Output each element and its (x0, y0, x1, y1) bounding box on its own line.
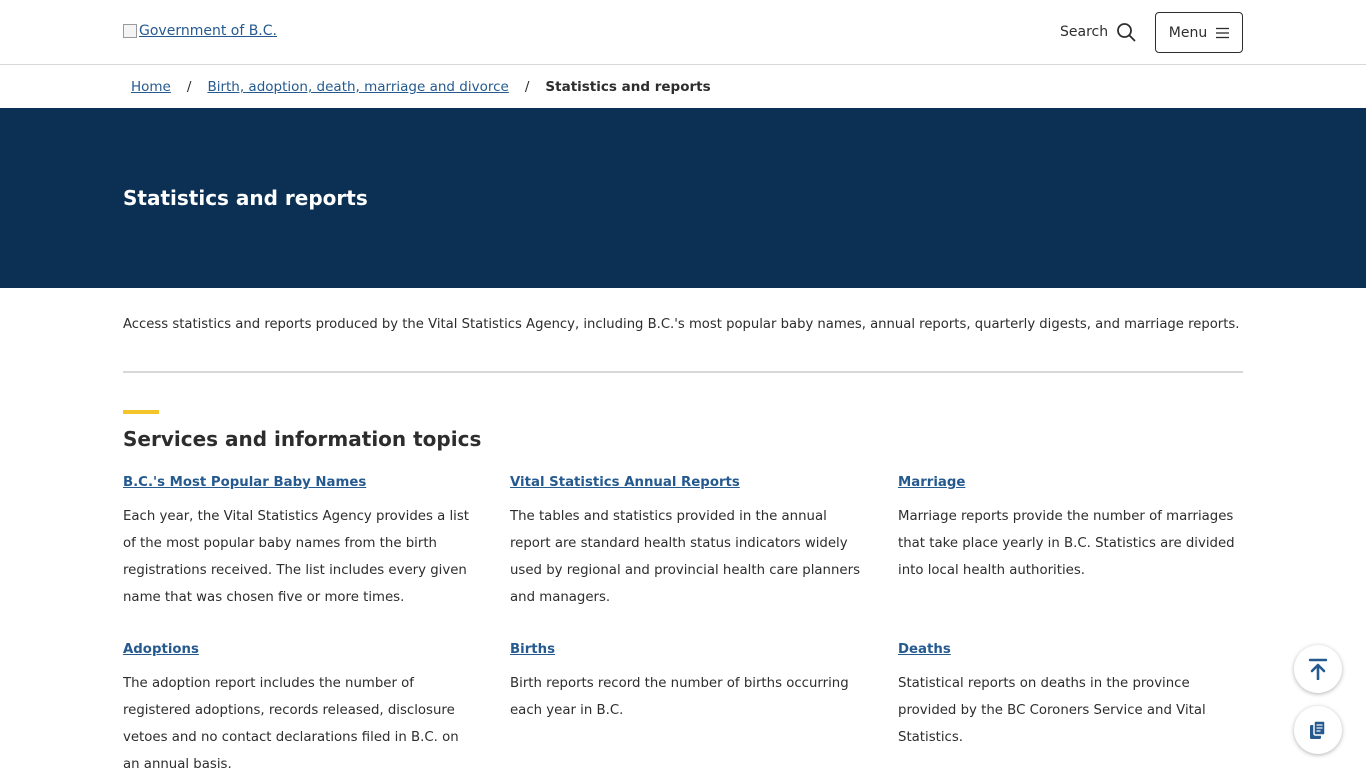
logo-alt-text: Government of B.C. (139, 23, 277, 39)
page-title: Statistics and reports (123, 186, 368, 210)
topic-card: B.C.'s Most Popular Baby Names Each year… (123, 472, 473, 611)
search-label: Search (1060, 24, 1109, 40)
topic-link-marriage[interactable]: Marriage (898, 472, 1248, 494)
topic-description: Marriage reports provide the number of m… (898, 509, 1235, 578)
divider (123, 371, 1243, 373)
topic-card: Deaths Statistical reports on deaths in … (898, 639, 1248, 751)
site-header: Government of B.C. Search Menu (0, 0, 1366, 65)
breadcrumb-home[interactable]: Home (131, 79, 171, 95)
topic-description: Each year, the Vital Statistics Agency p… (123, 509, 470, 605)
menu-button[interactable]: Menu (1155, 12, 1243, 53)
topic-description: The adoption report includes the number … (123, 676, 459, 768)
back-to-top-button[interactable] (1294, 645, 1342, 693)
section-title: Services and information topics (123, 427, 482, 451)
breadcrumb-current: Statistics and reports (545, 79, 711, 95)
section-accent-bar (123, 410, 159, 414)
breadcrumb-separator: / (186, 79, 192, 95)
breadcrumb: Home / Birth, adoption, death, marriage … (131, 77, 711, 97)
topic-link-annual-reports[interactable]: Vital Statistics Annual Reports (510, 472, 860, 494)
menu-label: Menu (1168, 24, 1208, 41)
search-icon (1117, 23, 1136, 42)
topic-link-adoptions[interactable]: Adoptions (123, 639, 473, 661)
hamburger-icon (1216, 27, 1230, 38)
topic-link-baby-names[interactable]: B.C.'s Most Popular Baby Names (123, 472, 473, 494)
intro-text: Access statistics and reports produced b… (123, 317, 1240, 332)
back-to-top-icon (1308, 658, 1328, 680)
topic-description: Birth reports record the number of birth… (510, 676, 849, 718)
broken-image-icon (123, 24, 137, 38)
topic-link-births[interactable]: Births (510, 639, 860, 661)
topic-card: Vital Statistics Annual Reports The tabl… (510, 472, 860, 611)
copy-link-button[interactable] (1294, 706, 1342, 754)
topic-card: Adoptions The adoption report includes t… (123, 639, 473, 768)
copy-icon (1310, 720, 1326, 739)
gov-bc-logo-link[interactable]: Government of B.C. (123, 23, 277, 39)
topic-card: Births Birth reports record the number o… (510, 639, 860, 724)
breadcrumb-separator: / (524, 79, 530, 95)
topic-link-deaths[interactable]: Deaths (898, 639, 1248, 661)
topic-card: Marriage Marriage reports provide the nu… (898, 472, 1248, 584)
page-banner: Statistics and reports (0, 108, 1366, 288)
topic-description: The tables and statistics provided in th… (510, 509, 860, 605)
breadcrumb-parent[interactable]: Birth, adoption, death, marriage and div… (207, 79, 508, 95)
topic-description: Statistical reports on deaths in the pro… (898, 676, 1206, 745)
search-button[interactable]: Search (1060, 20, 1136, 44)
